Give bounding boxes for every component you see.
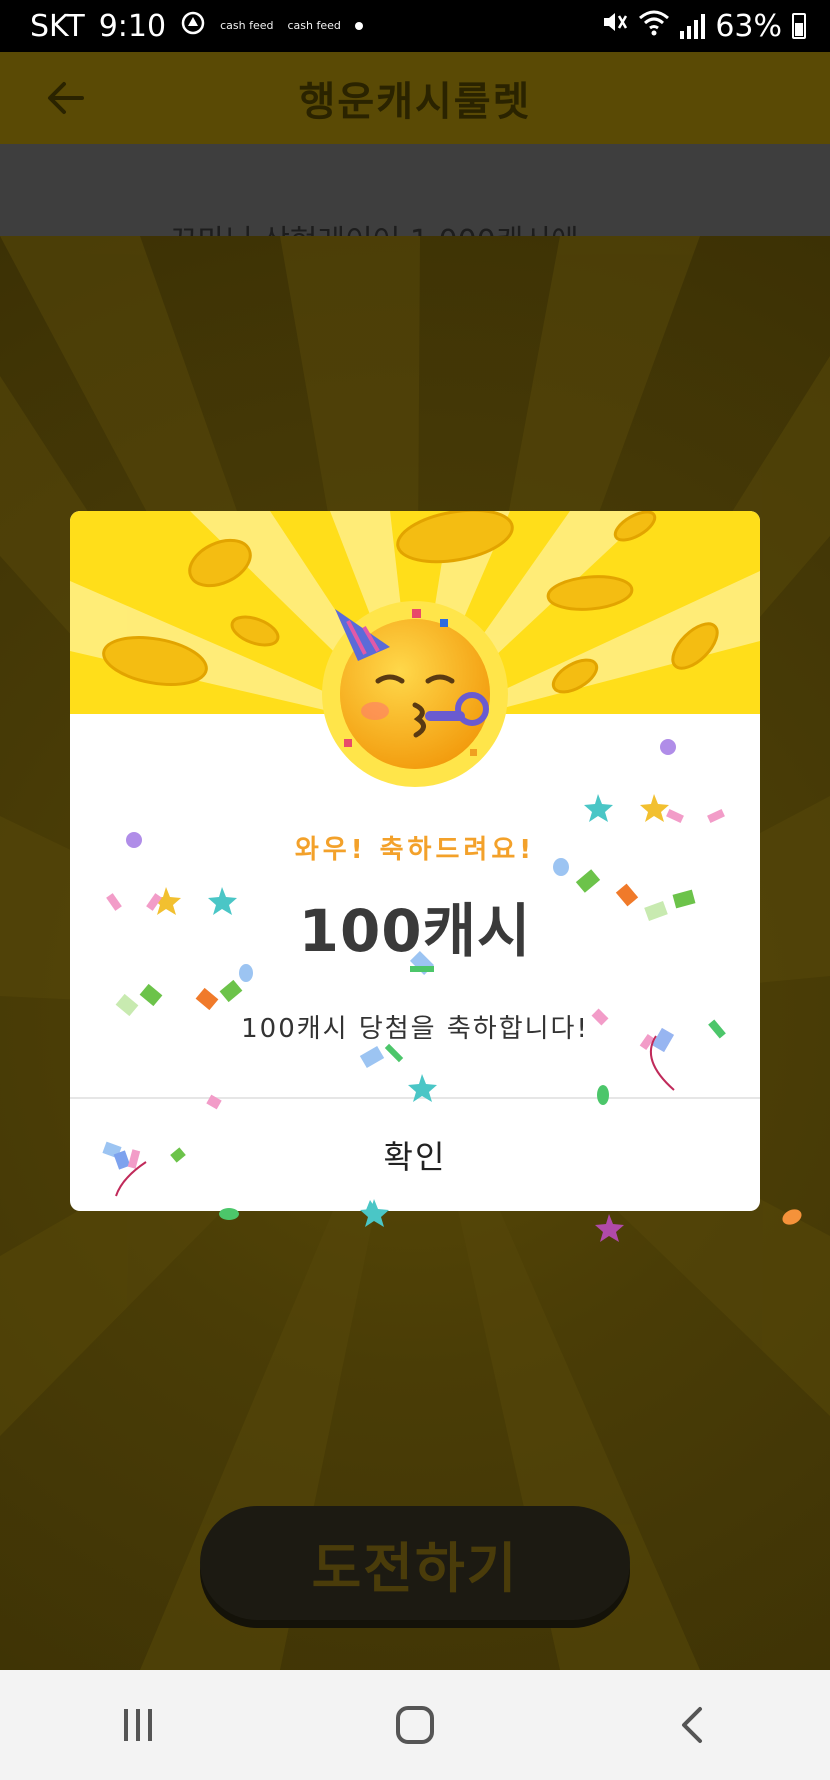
wifi-icon <box>638 8 670 44</box>
confirm-button-label: 확인 <box>383 1138 447 1176</box>
battery-percent: 63% <box>715 8 782 44</box>
banner-text: 꼬마님 상현레이어 1,000캐시에 <box>170 216 579 236</box>
page-title: 행운캐시룰렛 <box>298 79 532 125</box>
reward-amount: 100캐시 <box>298 897 532 965</box>
status-right: 63% <box>600 8 806 44</box>
status-bar: SKT 9:10 cash feed cash feed 63% <box>0 0 830 52</box>
reward-message: 100캐시 당첨을 축하합니다! <box>241 1014 589 1044</box>
recent-apps-icon <box>124 1709 153 1741</box>
congrats-headline: 와우! 축하드려요! <box>294 835 536 865</box>
home-button[interactable] <box>355 1685 475 1765</box>
confirm-button[interactable]: 확인 <box>70 1099 760 1211</box>
arrow-left-icon <box>48 82 84 114</box>
battery-icon <box>792 13 806 39</box>
mute-icon <box>600 8 628 44</box>
back-nav-button[interactable] <box>632 1685 752 1765</box>
signal-icon <box>680 13 706 39</box>
app-header: 행운캐시룰렛 <box>0 52 830 144</box>
carrier-label: SKT <box>30 8 85 44</box>
cashfeed-notif-1: cash feed <box>220 19 274 32</box>
back-button[interactable] <box>42 74 90 122</box>
status-left: SKT 9:10 cash feed cash feed <box>30 9 363 44</box>
back-chevron-icon <box>681 1707 702 1743</box>
reward-dialog: 와우! 축하드려요! 100캐시 100캐시 당첨을 축하합니다! 확인 <box>70 511 760 1211</box>
more-notifications-dot-icon <box>354 22 363 30</box>
challenge-button-label: 도전하기 <box>311 1536 519 1600</box>
recent-apps-button[interactable] <box>78 1685 198 1765</box>
notice-banner: 꼬마님 상현레이어 1,000캐시에 <box>0 144 830 236</box>
cashfeed-notif-2: cash feed <box>287 19 341 32</box>
home-icon <box>395 1706 434 1744</box>
clock: 9:10 <box>98 8 167 44</box>
challenge-button[interactable]: 도전하기 <box>200 1506 630 1620</box>
notification-icon <box>180 9 206 44</box>
partying-face-emoji-icon <box>320 599 510 789</box>
system-navigation-bar <box>0 1670 830 1780</box>
